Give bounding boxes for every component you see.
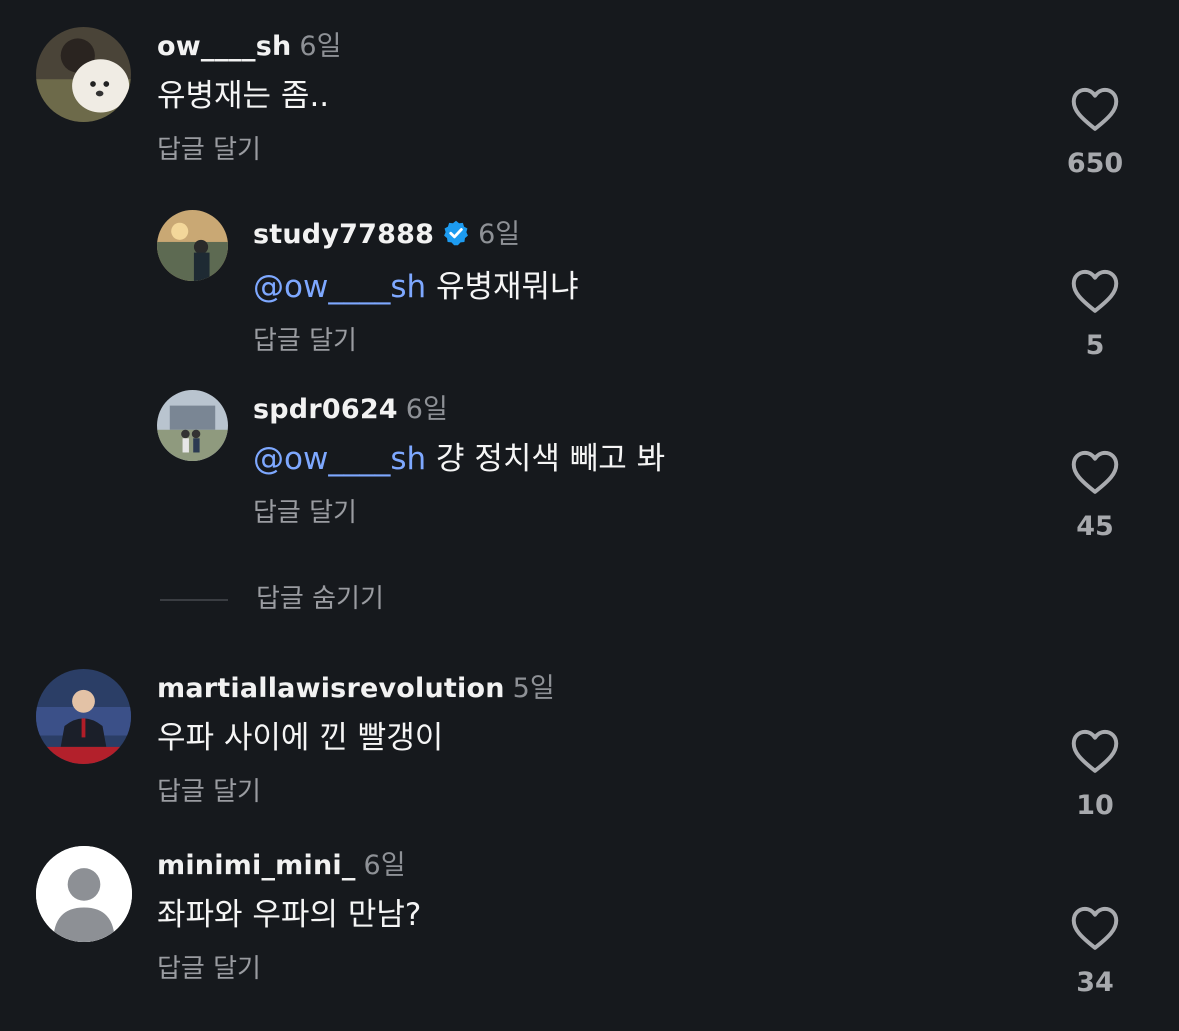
reply-button[interactable]: 답글 달기 <box>157 775 261 809</box>
username[interactable]: minimi_mini_ <box>157 850 356 881</box>
comment-text: 유병재는 좀.. <box>157 78 330 114</box>
timestamp: 6일 <box>363 850 406 881</box>
username[interactable]: spdr0624 <box>253 394 398 425</box>
mention-link[interactable]: @ow____sh <box>253 441 426 477</box>
timestamp: 6일 <box>299 31 342 62</box>
like-control: 45 <box>1060 449 1130 542</box>
divider <box>160 599 228 601</box>
like-count: 34 <box>1076 967 1114 998</box>
like-count: 5 <box>1085 330 1105 361</box>
comment-text: 유병재뭐냐 <box>435 269 579 305</box>
like-count: 45 <box>1076 511 1114 542</box>
comment-text: 우파 사이에 낀 빨갱이 <box>157 720 444 756</box>
avatar-photo <box>157 210 228 281</box>
avatar-photo <box>157 390 228 461</box>
username[interactable]: martiallawisrevolution <box>157 673 505 704</box>
like-control: 34 <box>1060 905 1130 998</box>
reply-button[interactable]: 답글 달기 <box>253 496 357 530</box>
verified-badge-icon <box>444 220 468 246</box>
reply-button[interactable]: 답글 달기 <box>253 324 357 358</box>
heart-icon[interactable] <box>1070 449 1120 495</box>
avatar[interactable] <box>36 846 132 942</box>
username[interactable]: study77888 <box>253 219 434 250</box>
heart-icon[interactable] <box>1070 728 1120 774</box>
timestamp: 5일 <box>512 673 555 704</box>
heart-icon[interactable] <box>1070 905 1120 951</box>
like-count: 10 <box>1076 790 1114 821</box>
comment-text: 걍 정치색 빼고 봐 <box>435 441 666 477</box>
avatar[interactable] <box>36 669 131 764</box>
like-count: 650 <box>1066 148 1124 179</box>
hide-replies-button[interactable]: 답글 숨기기 <box>256 580 384 618</box>
mention-link[interactable]: @ow____sh <box>253 269 426 305</box>
avatar[interactable] <box>36 27 131 122</box>
username[interactable]: ow____sh <box>157 31 291 62</box>
timestamp: 6일 <box>405 394 448 425</box>
like-control: 5 <box>1060 268 1130 361</box>
reply-button[interactable]: 답글 달기 <box>157 952 261 986</box>
avatar-photo <box>36 27 131 122</box>
default-avatar-icon <box>36 846 132 942</box>
reply-button[interactable]: 답글 달기 <box>157 133 261 167</box>
comment-text: 좌파와 우파의 만남? <box>157 897 422 933</box>
avatar[interactable] <box>157 390 228 461</box>
like-control: 650 <box>1060 86 1130 179</box>
timestamp: 6일 <box>478 219 521 250</box>
heart-icon[interactable] <box>1070 268 1120 314</box>
like-control: 10 <box>1060 728 1130 821</box>
heart-icon[interactable] <box>1070 86 1120 132</box>
avatar[interactable] <box>157 210 228 281</box>
avatar-photo <box>36 669 131 764</box>
